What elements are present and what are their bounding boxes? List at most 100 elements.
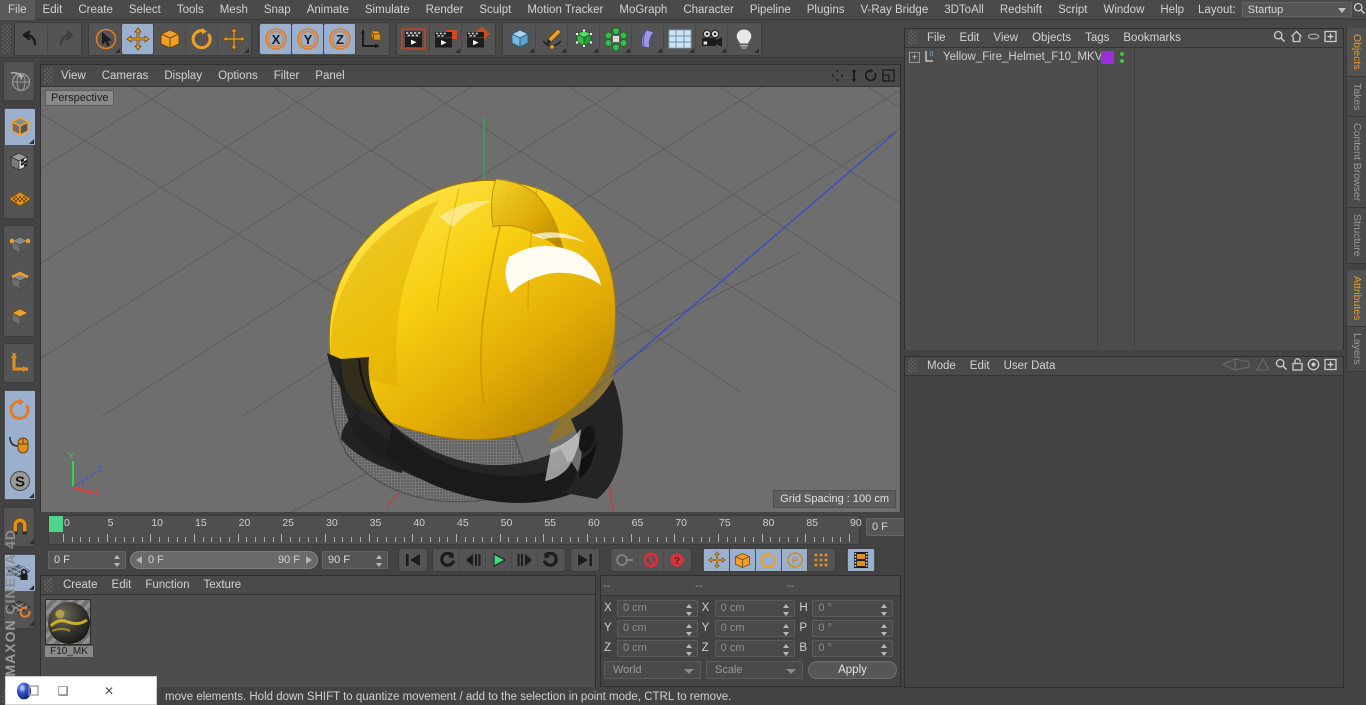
- step-forward-button[interactable]: [512, 549, 538, 571]
- timeline-toggle-button[interactable]: [848, 549, 874, 571]
- stepper-icon[interactable]: [685, 643, 693, 656]
- stepper-icon[interactable]: [881, 643, 888, 656]
- attribute-menu-edit[interactable]: Edit: [963, 360, 997, 372]
- uv-mode-button[interactable]: [5, 181, 35, 217]
- menu-script[interactable]: Script: [1050, 0, 1095, 20]
- back-nav-icon[interactable]: [1221, 358, 1251, 374]
- side-tab-structure[interactable]: Structure: [1346, 208, 1366, 264]
- add-cube-button[interactable]: [504, 23, 536, 54]
- undo-view-button[interactable]: [5, 63, 35, 99]
- material-menu-edit[interactable]: Edit: [105, 579, 139, 591]
- live-selection-button[interactable]: [90, 23, 122, 54]
- layout-select[interactable]: Startup: [1241, 2, 1353, 17]
- stepper-icon[interactable]: [881, 603, 888, 616]
- keyframe-selection-button[interactable]: ?: [664, 549, 690, 571]
- pan-icon[interactable]: [829, 67, 845, 85]
- menu-tools[interactable]: Tools: [169, 0, 212, 20]
- menu-motion-tracker[interactable]: Motion Tracker: [519, 0, 611, 20]
- apply-button[interactable]: Apply: [808, 661, 897, 679]
- add-camera-button[interactable]: [696, 23, 728, 54]
- viewport-grip[interactable]: [44, 67, 53, 84]
- side-tab-attributes[interactable]: Attributes: [1346, 269, 1366, 328]
- add-environment-button[interactable]: [664, 23, 696, 54]
- viewport-3d-canvas[interactable]: Perspective Grid Spacing : 100 cm Y Z X: [41, 87, 900, 512]
- stepper-icon[interactable]: [685, 623, 693, 636]
- menu-snap[interactable]: Snap: [256, 0, 299, 20]
- expand-toggle-icon[interactable]: +: [909, 51, 920, 63]
- transform-tool-button[interactable]: [218, 24, 250, 54]
- record-keyframe-button[interactable]: [612, 549, 638, 571]
- add-spline-button[interactable]: [536, 23, 568, 54]
- lock-icon[interactable]: [1292, 358, 1303, 374]
- attribute-panel-grip[interactable]: [908, 359, 917, 373]
- render-view-button[interactable]: [398, 23, 430, 54]
- previous-key-button[interactable]: [434, 549, 460, 571]
- model-mode-button[interactable]: [5, 109, 35, 145]
- render-region-button[interactable]: [430, 23, 462, 54]
- timeline-range-bar[interactable]: 0 F 90 F: [130, 551, 318, 569]
- material-panel-grip[interactable]: [44, 578, 53, 592]
- rotation-field[interactable]: 0 °: [812, 639, 894, 657]
- render-settings-button[interactable]: [462, 24, 494, 54]
- menu-pipeline[interactable]: Pipeline: [742, 0, 799, 20]
- menu-mograph[interactable]: MoGraph: [611, 0, 675, 20]
- add-array-button[interactable]: [600, 23, 632, 54]
- timeline-ruler[interactable]: 0 5 10 15 20 25 30 35 40 45 50 55 60 65 70 75 80 85 90: [48, 515, 862, 545]
- search-icon[interactable]: [1352, 2, 1366, 18]
- material-list[interactable]: F10_MK: [41, 595, 595, 687]
- mouse-tool-button[interactable]: [5, 427, 35, 463]
- menu-create[interactable]: Create: [70, 0, 121, 20]
- edges-mode-button[interactable]: [5, 263, 35, 299]
- rotation-field[interactable]: 0 °: [812, 619, 894, 637]
- search-icon[interactable]: [1275, 358, 1288, 374]
- undo-button[interactable]: [16, 23, 48, 54]
- blue-orb-icon[interactable]: [16, 682, 40, 700]
- object-tree-row[interactable]: + 0 Yellow_Fire_Helmet_F10_MKV: [905, 48, 1343, 66]
- viewport-menu-panel[interactable]: Panel: [307, 70, 352, 82]
- record-position-button[interactable]: [704, 549, 730, 571]
- object-menu-objects[interactable]: Objects: [1025, 32, 1078, 44]
- record-pla-button[interactable]: P: [782, 549, 808, 571]
- keyframe-dots-button[interactable]: [808, 549, 834, 571]
- position-field[interactable]: 0 cm: [617, 599, 698, 617]
- side-tab-content-browser[interactable]: Content Browser: [1346, 117, 1366, 209]
- size-field[interactable]: 0 cm: [714, 599, 796, 617]
- menu-animate[interactable]: Animate: [299, 0, 357, 20]
- start-frame-field[interactable]: 0 F: [48, 551, 126, 569]
- scale-tool-button[interactable]: [154, 23, 186, 54]
- texture-mode-button[interactable]: [5, 145, 35, 181]
- object-menu-bookmarks[interactable]: Bookmarks: [1116, 32, 1188, 44]
- play-button[interactable]: [486, 549, 512, 571]
- stepper-icon[interactable]: [376, 555, 383, 567]
- stepper-icon[interactable]: [783, 623, 790, 636]
- timeline-current-marker[interactable]: [49, 516, 63, 532]
- side-tab-objects[interactable]: Objects: [1346, 28, 1366, 77]
- forward-nav-icon[interactable]: [1255, 357, 1271, 374]
- redo-button[interactable]: [48, 24, 80, 54]
- menu-render[interactable]: Render: [418, 0, 472, 20]
- attribute-menu-user-data[interactable]: User Data: [997, 360, 1063, 372]
- stepper-icon[interactable]: [783, 603, 790, 616]
- transform-mode-dropdown[interactable]: Scale: [706, 661, 803, 679]
- object-menu-view[interactable]: View: [986, 32, 1025, 44]
- size-field[interactable]: 0 cm: [714, 639, 796, 657]
- ellipse-icon[interactable]: [1307, 30, 1320, 46]
- viewport-menu-view[interactable]: View: [53, 70, 94, 82]
- go-to-start-button[interactable]: [400, 549, 426, 571]
- side-tab-takes[interactable]: Takes: [1346, 76, 1366, 118]
- viewport-menu-options[interactable]: Options: [210, 70, 266, 82]
- menu-sculpt[interactable]: Sculpt: [471, 0, 519, 20]
- add-light-button[interactable]: [728, 24, 760, 54]
- menu-character[interactable]: Character: [675, 0, 742, 20]
- position-field[interactable]: 0 cm: [617, 639, 698, 657]
- target-icon[interactable]: [1307, 358, 1320, 374]
- rotate-icon[interactable]: [863, 67, 879, 85]
- attribute-content[interactable]: [905, 376, 1343, 686]
- add-nurbs-button[interactable]: [568, 23, 600, 54]
- move-tool-button[interactable]: [122, 23, 154, 54]
- restore-button[interactable]: ❑: [40, 684, 86, 698]
- attribute-menu-mode[interactable]: Mode: [920, 360, 963, 372]
- object-menu-file[interactable]: File: [920, 32, 953, 44]
- record-rotation-button[interactable]: [756, 549, 782, 571]
- stepper-icon[interactable]: [783, 643, 790, 656]
